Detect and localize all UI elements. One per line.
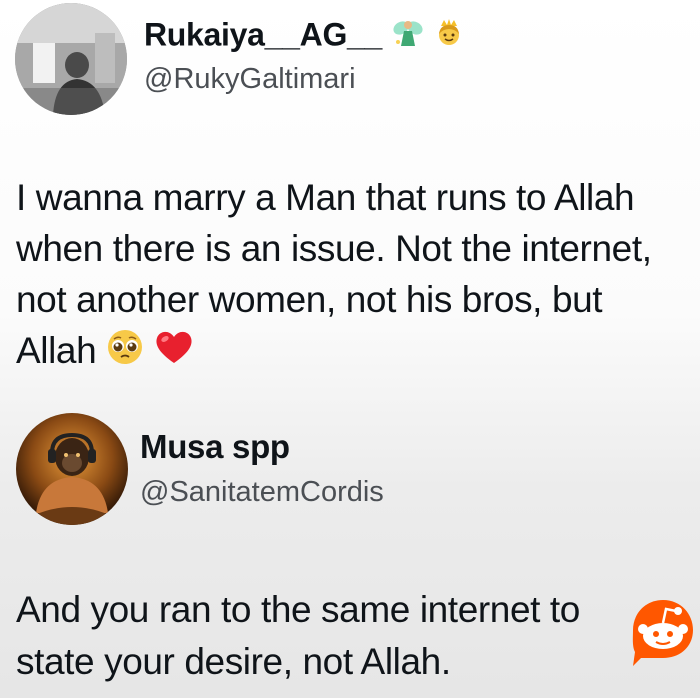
tweet-line: state your desire, not Allah. (16, 641, 451, 682)
fairy-emoji (391, 16, 425, 58)
handle-rukaiya[interactable]: @RukyGaltimari (144, 63, 356, 96)
red-heart-emoji (154, 328, 194, 379)
monkey-meditating-icon (16, 413, 128, 525)
tweet-text-musa: And you ran to the same internet to stat… (16, 584, 580, 688)
display-name-musa[interactable]: Musa spp (140, 428, 290, 466)
display-name-text: Rukaiya__AG__ (144, 16, 383, 53)
tweet-line: when there is an issue. Not the internet… (16, 228, 652, 269)
avatar-musa[interactable] (16, 413, 128, 525)
tweet-line-last: Allah (16, 325, 652, 379)
tweet-line: I wanna marry a Man that runs to Allah (16, 177, 635, 218)
tweet-line: And you ran to the same internet to (16, 589, 580, 630)
tweet-text-rukaiya: I wanna marry a Man that runs to Allah w… (16, 172, 652, 379)
display-name-rukaiya[interactable]: Rukaiya__AG__ (144, 16, 465, 58)
reddit-icon (629, 596, 697, 668)
tweet-line-text: Allah (16, 330, 97, 371)
handle-musa[interactable]: @SanitatemCordis (140, 476, 384, 509)
avatar-rukaiya[interactable] (15, 3, 127, 115)
avatar-photo-icon (15, 3, 127, 115)
princess-emoji (433, 17, 465, 57)
pleading-face-emoji (106, 328, 144, 379)
tweet-line: not another women, not his bros, but (16, 279, 603, 320)
